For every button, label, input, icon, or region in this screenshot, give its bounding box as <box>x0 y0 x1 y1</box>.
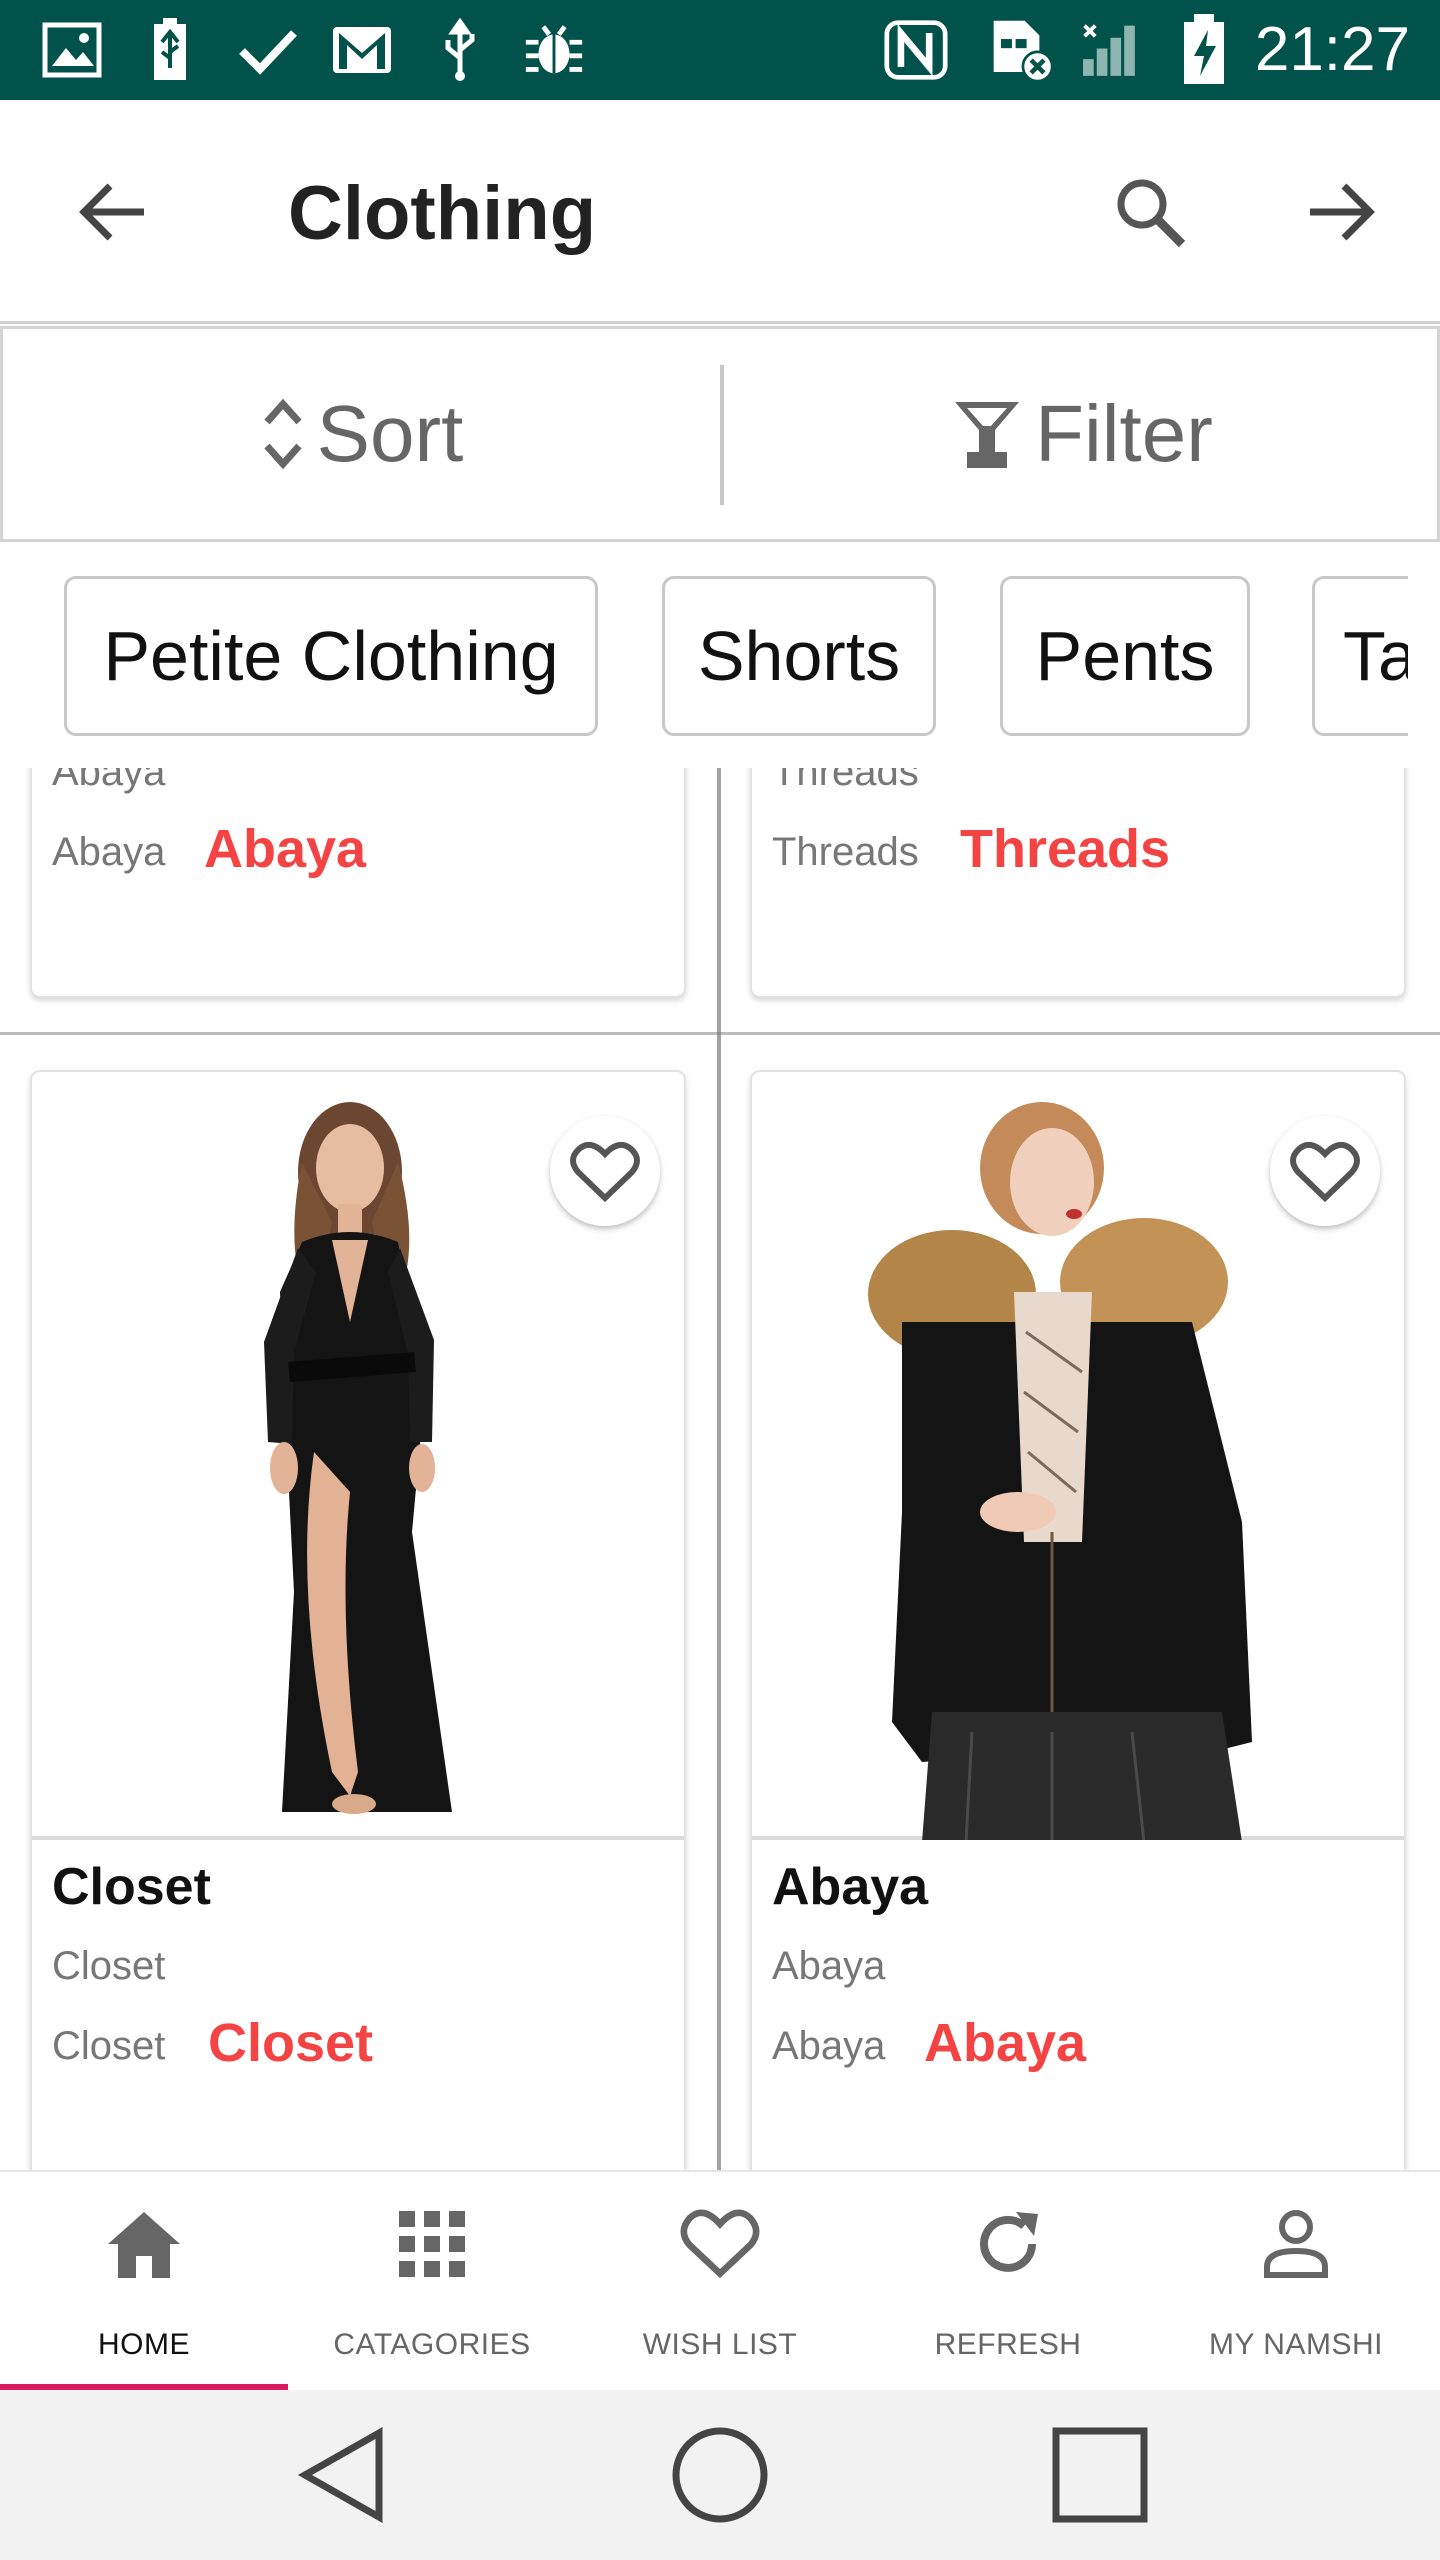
sort-label: Sort <box>316 389 464 478</box>
system-home-button[interactable] <box>655 2410 785 2540</box>
check-icon <box>236 18 300 82</box>
product-brand: Abaya <box>772 1858 929 1916</box>
home-icon <box>104 2204 184 2284</box>
filter-icon <box>955 402 1020 468</box>
heart-icon <box>570 1141 640 1202</box>
arrow-left-icon <box>79 183 144 241</box>
chip-petite-clothing[interactable]: Petite Clothing <box>64 576 598 736</box>
debug-bug-icon <box>522 18 586 82</box>
system-navigation-bar <box>0 2390 1440 2560</box>
nav-label: MY NAMSHI <box>1209 2328 1383 2361</box>
app-bar: Clothing <box>0 100 1440 324</box>
nfc-icon <box>884 18 948 82</box>
nav-label: CATAGORIES <box>333 2328 531 2361</box>
wishlist-button[interactable] <box>1270 1116 1380 1226</box>
chip-shorts[interactable]: Shorts <box>662 576 936 736</box>
signal-icon <box>1080 18 1144 82</box>
product-brand: Closet <box>52 1858 211 1916</box>
product-grid: Abaya Abaya Abaya Threads Threads Thread… <box>0 768 1440 2170</box>
product-card[interactable]: Threads Threads Threads <box>750 768 1406 998</box>
nav-home[interactable]: HOME <box>0 2172 288 2392</box>
sim-error-icon <box>990 18 1054 83</box>
product-card[interactable]: Closet Closet Closet Closet <box>30 1070 686 2170</box>
category-chips: Petite Clothing Shorts Pents Ta <box>0 546 1440 766</box>
gallery-icon <box>40 18 104 82</box>
product-sub: Closet <box>52 2024 166 2068</box>
chips-fade <box>1408 546 1440 766</box>
heart-icon <box>1290 1141 1360 1202</box>
system-back-button[interactable] <box>276 2410 406 2540</box>
product-sub: Threads <box>772 830 919 874</box>
nav-label: WISH LIST <box>642 2328 798 2361</box>
grid-icon <box>392 2204 472 2284</box>
search-icon <box>1117 179 1186 248</box>
product-subtitle: Abaya <box>52 768 166 794</box>
sort-filter-bar: Sort Filter <box>0 326 1440 542</box>
filter-label: Filter <box>1035 389 1213 478</box>
page-title: Clothing <box>288 171 597 256</box>
circle-home-icon <box>672 2427 768 2523</box>
product-sub: Abaya <box>52 830 166 874</box>
heart-icon <box>680 2204 760 2284</box>
product-price: Abaya <box>204 819 367 879</box>
forward-button[interactable] <box>1292 162 1392 262</box>
battery-charging-icon <box>1172 14 1236 84</box>
grid-divider-vertical <box>717 768 721 2170</box>
nav-wish-list[interactable]: WISH LIST <box>576 2172 864 2392</box>
product-sub: Abaya <box>772 2024 886 2068</box>
product-card[interactable]: Abaya Abaya Abaya <box>30 768 686 998</box>
person-icon <box>1256 2204 1336 2284</box>
square-recents-icon <box>1052 2427 1148 2523</box>
usb-battery-icon <box>138 18 202 82</box>
product-name: Closet <box>52 1944 166 1988</box>
refresh-icon <box>968 2204 1048 2284</box>
system-recents-button[interactable] <box>1035 2410 1165 2540</box>
product-price: Threads <box>960 819 1171 879</box>
filter-button[interactable]: Filter <box>723 329 1440 539</box>
sort-icon <box>264 398 302 470</box>
grid-divider-horizontal <box>0 1032 1440 1035</box>
nav-categories[interactable]: CATAGORIES <box>288 2172 576 2392</box>
bottom-navigation: HOME CATAGORIES WISH LIST REFRESH MY NAM… <box>0 2170 1440 2392</box>
chip-pents[interactable]: Pents <box>1000 576 1250 736</box>
product-name: Abaya <box>772 1944 886 1988</box>
back-button[interactable] <box>62 162 162 262</box>
product-price: Closet <box>208 2013 374 2073</box>
clock: 21:27 <box>1254 15 1410 84</box>
wishlist-button[interactable] <box>550 1116 660 1226</box>
nav-label: REFRESH <box>934 2328 1082 2361</box>
product-subtitle: Threads <box>772 768 919 794</box>
product-price: Abaya <box>924 2013 1087 2073</box>
nav-refresh[interactable]: REFRESH <box>864 2172 1152 2392</box>
nav-my-namshi[interactable]: MY NAMSHI <box>1152 2172 1440 2392</box>
status-bar: 21:27 <box>0 0 1440 100</box>
search-button[interactable] <box>1100 162 1200 262</box>
sort-button[interactable]: Sort <box>3 329 721 539</box>
product-card[interactable]: Abaya Abaya Abaya Abaya <box>750 1070 1406 2170</box>
usb-icon <box>428 18 492 82</box>
nav-label: HOME <box>98 2328 190 2361</box>
gmail-icon <box>330 18 394 82</box>
arrow-right-icon <box>1310 183 1375 241</box>
triangle-back-icon <box>297 2426 383 2524</box>
